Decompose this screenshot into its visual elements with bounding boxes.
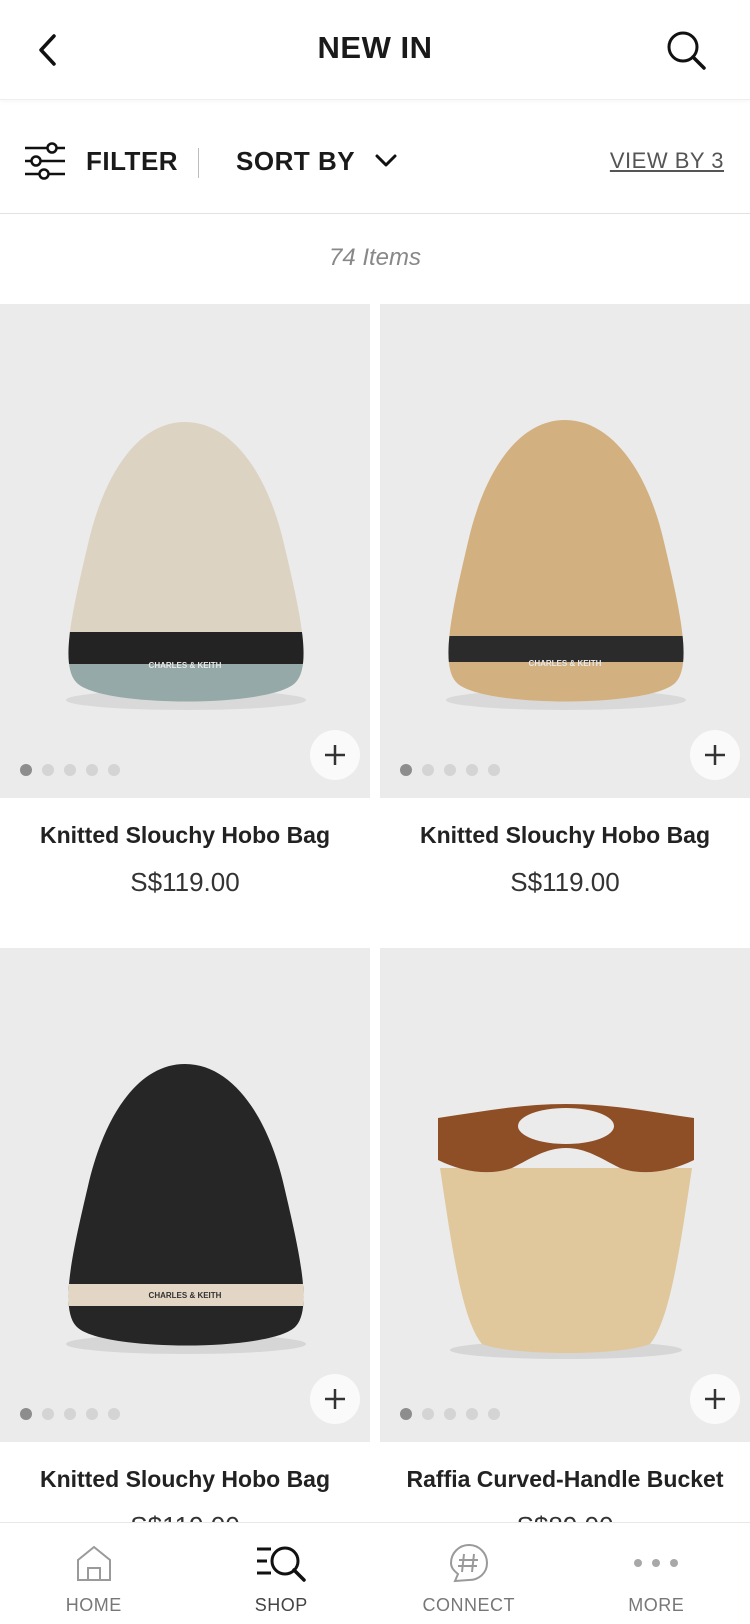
product-photo: CHARLES & KEITH bbox=[446, 420, 686, 710]
plus-icon bbox=[705, 1389, 725, 1409]
bag-brand-mark: CHARLES & KEITH bbox=[149, 1291, 222, 1300]
filter-button[interactable]: FILTER bbox=[24, 138, 178, 184]
carousel-dot[interactable] bbox=[488, 1408, 500, 1420]
carousel-dot[interactable] bbox=[444, 764, 456, 776]
shop-search-icon bbox=[257, 1546, 306, 1582]
nav-item-connect[interactable]: CONNECT bbox=[375, 1523, 563, 1624]
carousel-dot[interactable] bbox=[466, 1408, 478, 1420]
add-to-bag-button[interactable] bbox=[690, 1374, 740, 1424]
items-count: 74 Items bbox=[328, 244, 422, 271]
carousel-dot[interactable] bbox=[20, 764, 32, 776]
bag-brand-mark: CHARLES & KEITH bbox=[529, 659, 602, 668]
carousel-dot[interactable] bbox=[64, 764, 76, 776]
product-image[interactable]: CHARLES & KEITH bbox=[0, 948, 370, 1442]
add-to-bag-button[interactable] bbox=[310, 730, 360, 780]
product-name[interactable]: Knitted Slouchy Hobo Bag bbox=[0, 822, 370, 849]
carousel-dot[interactable] bbox=[422, 764, 434, 776]
top-header: NEW IN bbox=[0, 0, 750, 100]
plus-icon bbox=[325, 745, 345, 765]
carousel-dot[interactable] bbox=[108, 764, 120, 776]
search-icon bbox=[667, 31, 706, 70]
filter-label: FILTER bbox=[86, 145, 179, 176]
plus-icon bbox=[325, 1389, 345, 1409]
filter-sliders-icon bbox=[25, 142, 65, 180]
nav-label-shop: SHOP bbox=[254, 1595, 308, 1615]
nav-label-more: MORE bbox=[628, 1595, 685, 1615]
page-title: NEW IN bbox=[317, 30, 433, 65]
product-price: S$119.00 bbox=[510, 867, 620, 897]
sort-by-button[interactable]: SORT BY bbox=[236, 138, 397, 184]
carousel-dot[interactable] bbox=[86, 1408, 98, 1420]
carousel-dot[interactable] bbox=[108, 1408, 120, 1420]
view-by-button[interactable]: VIEW BY 3 bbox=[610, 148, 724, 174]
product-photo: CHARLES & KEITH bbox=[66, 422, 306, 710]
search-button[interactable] bbox=[662, 26, 710, 74]
nav-item-more[interactable]: MORE bbox=[563, 1523, 750, 1624]
product-price: S$119.00 bbox=[130, 867, 240, 897]
product-image[interactable] bbox=[380, 948, 750, 1442]
filter-sort-toolbar: FILTER SORT BY VIEW BY 3 bbox=[0, 108, 750, 214]
product-name[interactable]: Raffia Curved-Handle Bucket bbox=[380, 1466, 750, 1493]
carousel-dot[interactable] bbox=[444, 1408, 456, 1420]
toolbar-divider bbox=[198, 148, 199, 178]
plus-icon bbox=[705, 745, 725, 765]
carousel-dot[interactable] bbox=[400, 1408, 412, 1420]
product-card[interactable]: CHARLES & KEITH Knitted Slouchy Hobo Bag… bbox=[380, 304, 750, 898]
add-to-bag-button[interactable] bbox=[690, 730, 740, 780]
image-carousel-dots[interactable] bbox=[20, 1408, 120, 1420]
product-photo: CHARLES & KEITH bbox=[66, 1064, 306, 1354]
more-dots-icon bbox=[634, 1559, 679, 1567]
carousel-dot[interactable] bbox=[86, 764, 98, 776]
product-photo bbox=[438, 1104, 694, 1359]
image-carousel-dots[interactable] bbox=[20, 764, 120, 776]
carousel-dot[interactable] bbox=[64, 1408, 76, 1420]
sort-by-label: SORT BY bbox=[236, 145, 356, 176]
carousel-dot[interactable] bbox=[42, 764, 54, 776]
home-icon bbox=[76, 1545, 111, 1581]
carousel-dot[interactable] bbox=[466, 764, 478, 776]
product-image[interactable]: CHARLES & KEITH bbox=[0, 304, 370, 798]
bottom-navigation: HOME SHOP CONNECT MORE bbox=[0, 1522, 750, 1624]
carousel-dot[interactable] bbox=[488, 764, 500, 776]
product-card[interactable]: CHARLES & KEITH Knitted Slouchy Hobo Bag… bbox=[0, 304, 370, 898]
chevron-down-icon bbox=[375, 154, 397, 167]
nav-item-home[interactable]: HOME bbox=[0, 1523, 188, 1624]
carousel-dot[interactable] bbox=[20, 1408, 32, 1420]
image-carousel-dots[interactable] bbox=[400, 764, 500, 776]
carousel-dot[interactable] bbox=[42, 1408, 54, 1420]
add-to-bag-button[interactable] bbox=[310, 1374, 360, 1424]
carousel-dot[interactable] bbox=[422, 1408, 434, 1420]
nav-label-home: HOME bbox=[65, 1595, 122, 1615]
product-card[interactable]: CHARLES & KEITH Knitted Slouchy Hobo Bag… bbox=[0, 948, 370, 1542]
product-card[interactable]: Raffia Curved-Handle Bucket S$89.00 bbox=[380, 948, 750, 1542]
carousel-dot[interactable] bbox=[400, 764, 412, 776]
product-image[interactable]: CHARLES & KEITH bbox=[380, 304, 750, 798]
nav-label-connect: CONNECT bbox=[422, 1595, 515, 1615]
hashtag-icon bbox=[449, 1543, 488, 1583]
bag-brand-mark: CHARLES & KEITH bbox=[149, 661, 222, 670]
product-name[interactable]: Knitted Slouchy Hobo Bag bbox=[380, 822, 750, 849]
nav-item-shop[interactable]: SHOP bbox=[188, 1523, 376, 1624]
product-name[interactable]: Knitted Slouchy Hobo Bag bbox=[0, 1466, 370, 1493]
image-carousel-dots[interactable] bbox=[400, 1408, 500, 1420]
